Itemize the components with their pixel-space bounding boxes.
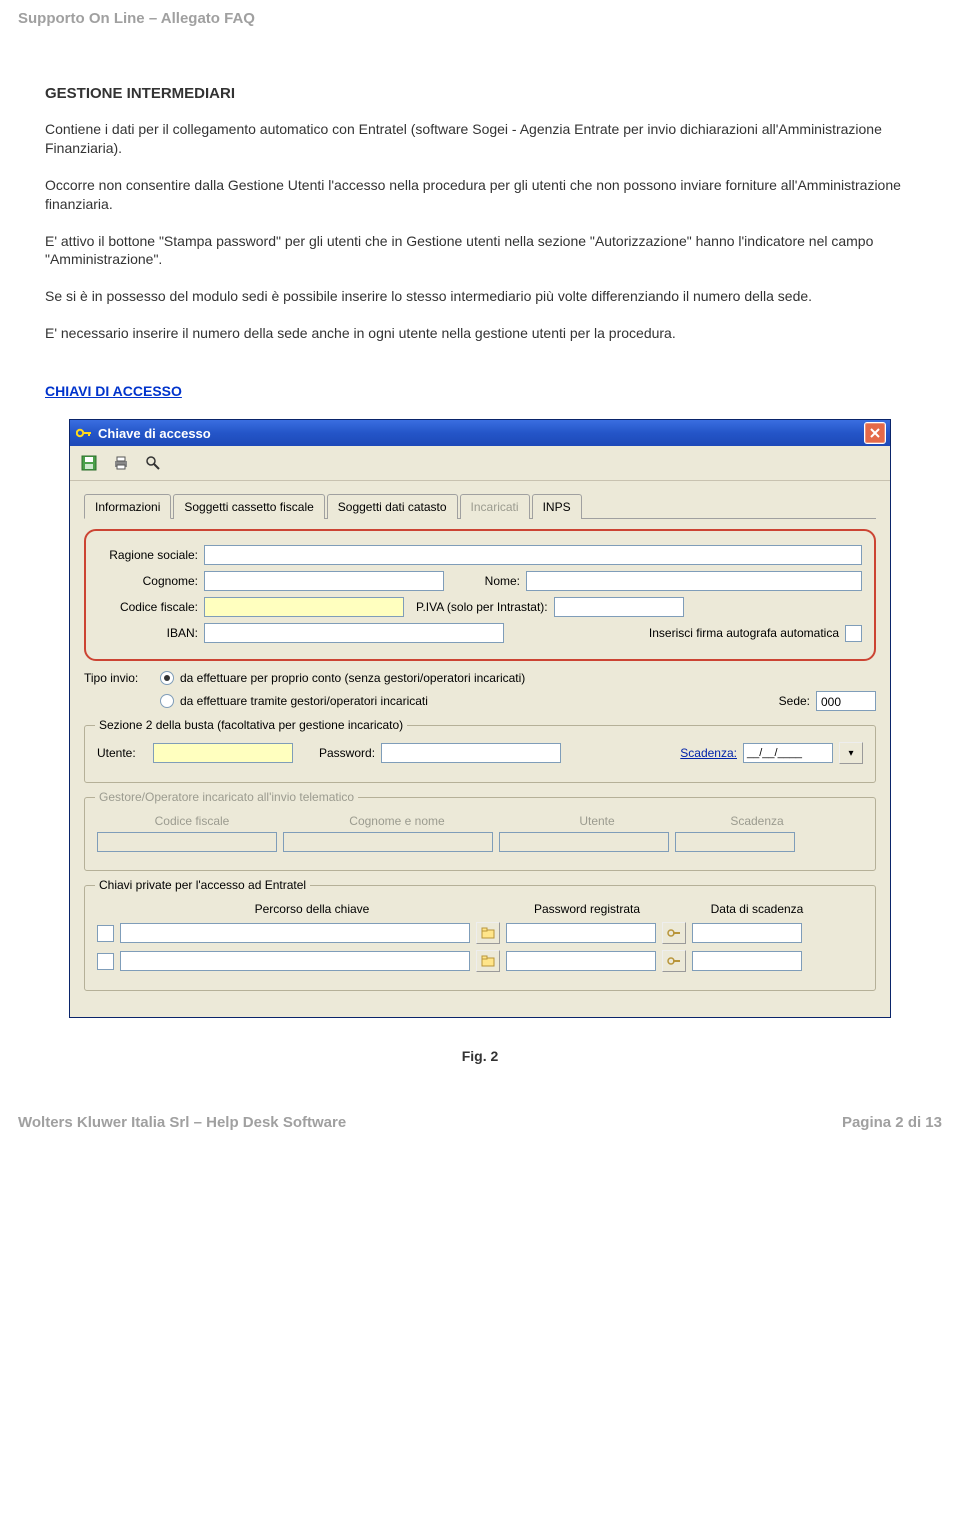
cf-input[interactable] [204,597,404,617]
radio-proprio-conto-label: da effettuare per proprio conto (senza g… [180,671,525,685]
iban-input[interactable] [204,623,504,643]
chiave-row2-pwreg[interactable] [506,951,656,971]
doc-header-title: Supporto On Line – Allegato FAQ [18,10,255,27]
chiave-row1-browse[interactable] [476,922,500,944]
page-footer: Wolters Kluwer Italia Srl – Help Desk So… [0,1104,960,1145]
cognome-label: Cognome: [98,574,198,588]
fieldset-gestore: Gestore/Operatore incaricato all'invio t… [84,797,876,871]
cognome-input[interactable] [204,571,444,591]
scadenza-dropdown-button[interactable]: ▾ [839,742,863,764]
tab-inps[interactable]: INPS [532,494,582,519]
dialog-title: Chiave di accesso [98,426,864,441]
paragraph-4: Se si è in possesso del modulo sedi è po… [45,287,915,306]
chiave-row1-key[interactable] [662,922,686,944]
col-cognome-nome: Cognome e nome [287,814,507,828]
dialog-chiave-di-accesso: Chiave di accesso Informazioni Soggetti … [69,419,891,1018]
utente-input[interactable] [153,743,293,763]
chiave-row1-datascad[interactable] [692,923,802,943]
paragraph-3: E' attivo il bottone "Stampa password" p… [45,232,915,270]
scadenza-label[interactable]: Scadenza: [680,746,737,760]
titlebar: Chiave di accesso [70,420,890,446]
gestore-cf-input [97,832,277,852]
tab-soggetti-cassetto[interactable]: Soggetti cassetto fiscale [173,494,324,519]
firma-label: Inserisci firma autografa automatica [649,626,839,640]
tabs: Informazioni Soggetti cassetto fiscale S… [84,493,876,519]
col-pwreg: Password registrata [497,902,677,916]
search-icon[interactable] [142,452,164,474]
ragione-sociale-input[interactable] [204,545,862,565]
sezione2-legend: Sezione 2 della busta (facoltativa per g… [95,718,407,732]
chiave-row1-percorso[interactable] [120,923,470,943]
utente-label: Utente: [97,746,147,760]
gestore-scad-input [675,832,795,852]
col-codice-fiscale: Codice fiscale [97,814,287,828]
chiave-row2-datascad[interactable] [692,951,802,971]
toolbar [70,446,890,481]
fieldset-sezione2: Sezione 2 della busta (facoltativa per g… [84,725,876,783]
gestore-legend: Gestore/Operatore incaricato all'invio t… [95,790,358,804]
doc-header: Supporto On Line – Allegato FAQ [0,0,960,35]
cf-label: Codice fiscale: [98,600,198,614]
highlighted-form-area: Ragione sociale: Cognome: Nome: Codice f… [84,529,876,661]
chiave-row2-browse[interactable] [476,950,500,972]
sede-label: Sede: [779,694,810,708]
paragraph-2: Occorre non consentire dalla Gestione Ut… [45,176,915,214]
chiave-row2-key[interactable] [662,950,686,972]
chiave-row2-percorso[interactable] [120,951,470,971]
footer-right: Pagina 2 di 13 [842,1114,942,1131]
scadenza-input[interactable]: __/__/____ [743,743,833,763]
ragione-sociale-label: Ragione sociale: [98,548,198,562]
radio-proprio-conto[interactable] [160,671,174,685]
password-label: Password: [319,746,375,760]
chiave-row1-pwreg[interactable] [506,923,656,943]
col-scadenza: Scadenza [687,814,827,828]
nome-label: Nome: [460,574,520,588]
save-icon[interactable] [78,452,100,474]
section-heading: GESTIONE INTERMEDIARI [45,85,915,102]
tab-soggetti-catasto[interactable]: Soggetti dati catasto [327,494,458,519]
firma-checkbox[interactable] [845,625,862,642]
piva-label: P.IVA (solo per Intrastat): [416,600,548,614]
col-datascad: Data di scadenza [677,902,837,916]
print-icon[interactable] [110,452,132,474]
fieldset-chiavi-private: Chiavi private per l'accesso ad Entratel… [84,885,876,991]
chiave-row2-check[interactable] [97,953,114,970]
chiavi-private-legend: Chiavi private per l'accesso ad Entratel [95,878,310,892]
footer-left: Wolters Kluwer Italia Srl – Help Desk So… [18,1114,346,1131]
key-icon [76,427,92,439]
piva-input[interactable] [554,597,684,617]
col-utente: Utente [507,814,687,828]
sede-input[interactable]: 000 [816,691,876,711]
tipo-invio-label: Tipo invio: [84,671,154,685]
chiave-row1-check[interactable] [97,925,114,942]
tab-incaricati[interactable]: Incaricati [460,494,530,519]
password-input[interactable] [381,743,561,763]
gestore-nome-input [283,832,493,852]
col-percorso: Percorso della chiave [127,902,497,916]
paragraph-1: Contiene i dati per il collegamento auto… [45,120,915,158]
radio-tramite-gestori-label: da effettuare tramite gestori/operatori … [180,694,428,708]
nome-input[interactable] [526,571,862,591]
figure-caption: Fig. 2 [45,1048,915,1064]
gestore-utente-input [499,832,669,852]
iban-label: IBAN: [98,626,198,640]
anchor-chiavi-di-accesso[interactable]: CHIAVI DI ACCESSO [45,383,182,399]
close-button[interactable] [864,422,886,444]
tab-informazioni[interactable]: Informazioni [84,494,171,519]
radio-tramite-gestori[interactable] [160,694,174,708]
paragraph-5: E' necessario inserire il numero della s… [45,324,915,343]
